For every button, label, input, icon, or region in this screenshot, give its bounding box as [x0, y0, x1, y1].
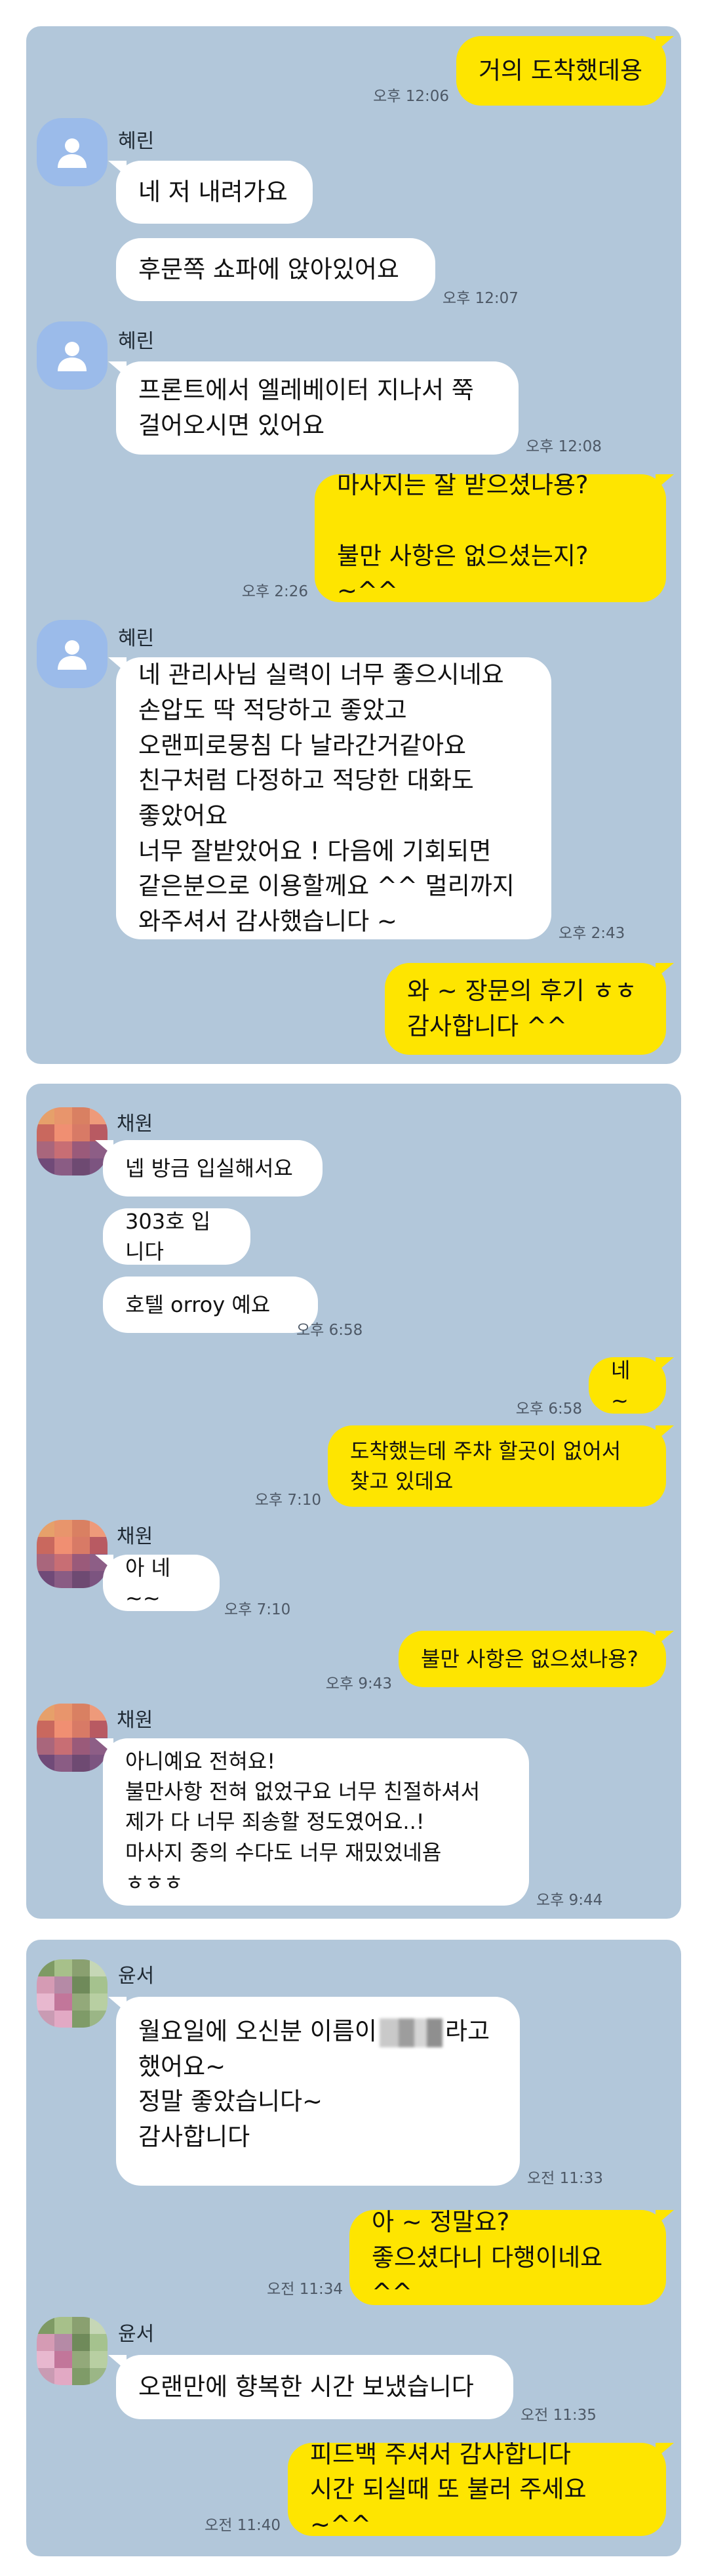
message-time: 오전 11:33	[527, 2170, 603, 2187]
message-text: 월요일에 오신분 이름이 라고 했어요~ 정말 좋았습니다~ 감사합니다	[138, 2014, 490, 2155]
message-bubble[interactable]: 호텔 orroy 예요	[103, 1277, 318, 1333]
avatar[interactable]	[37, 1520, 108, 1588]
blurred-name-redaction	[379, 2018, 442, 2047]
message-time: 오후 2:26	[241, 583, 308, 600]
message-bubble[interactable]: 와 ~ 장문의 후기 ㅎㅎ 감사합니다 ^^	[385, 963, 674, 1055]
blurred-profile-photo	[37, 1959, 108, 2028]
contact-name: 윤서	[118, 2323, 155, 2346]
message-bubble[interactable]: 아니예요 전혀요! 불만사항 전혀 없었구요 너무 친절하셔서 제가 다 너무 …	[95, 1738, 529, 1906]
message-time: 오전 11:34	[267, 2281, 343, 2298]
avatar[interactable]	[37, 620, 108, 688]
default-profile-icon	[58, 138, 87, 168]
message-text-part: 월요일에 오신분 이름이	[138, 2017, 377, 2045]
contact-name: 채원	[117, 1113, 153, 1135]
message-time: 오후 12:08	[526, 438, 602, 455]
chat-panel-3: 윤서 월요일에 오신분 이름이 라고 했어요~ 정말 좋았습니다~ 감사합니다 오…	[26, 1940, 681, 2556]
blurred-profile-photo	[37, 1704, 108, 1772]
contact-name: 혜린	[118, 130, 155, 153]
message-time: 오후 12:07	[442, 290, 519, 307]
message-time: 오후 6:58	[515, 1400, 582, 1418]
message-bubble[interactable]: 불만 사항은 없으셨나용?	[399, 1631, 674, 1687]
avatar[interactable]	[37, 321, 108, 390]
message-bubble[interactable]: 도착했는데 주차 할곳이 없어서 찾고 있데요	[328, 1425, 674, 1507]
message-bubble[interactable]: 네 관리사님 실력이 너무 좋으시네요 손압도 딱 적당하고 좋았고 오랜피로뭉…	[108, 657, 551, 939]
message-time: 오후 2:43	[559, 925, 625, 942]
message-time: 오후 12:06	[373, 88, 449, 105]
message-bubble[interactable]: 네 저 내려가요	[108, 161, 313, 224]
blurred-profile-photo	[37, 2317, 108, 2385]
contact-name: 혜린	[118, 627, 155, 650]
avatar[interactable]	[37, 1959, 108, 2028]
avatar[interactable]	[37, 1704, 108, 1772]
message-time: 오후 9:43	[325, 1675, 392, 1692]
message-bubble[interactable]: 월요일에 오신분 이름이 라고 했어요~ 정말 좋았습니다~ 감사합니다	[108, 1997, 520, 2186]
message-time: 오전 11:35	[521, 2407, 597, 2424]
contact-name: 채원	[117, 1525, 153, 1548]
message-time: 오전 11:40	[205, 2517, 281, 2534]
default-profile-icon	[58, 342, 87, 371]
blurred-profile-photo	[37, 1520, 108, 1588]
contact-name: 혜린	[118, 330, 155, 353]
chat-panel-1: 거의 도착했데용 오후 12:06 혜린 네 저 내려가요 후문쪽 쇼파에 앉아…	[26, 26, 681, 1064]
message-bubble[interactable]: 303호 입니다	[103, 1208, 250, 1265]
message-time: 오후 6:58	[296, 1322, 363, 1339]
chat-panel-2: 채원 넵 방금 입실해서요 303호 입니다 호텔 orroy 예요 오후 6:…	[26, 1084, 681, 1919]
message-bubble[interactable]: 아 네~~	[95, 1555, 220, 1611]
message-bubble[interactable]: 넵 방금 입실해서요	[95, 1140, 323, 1196]
message-bubble[interactable]: 네 ~	[589, 1357, 674, 1414]
message-bubble[interactable]: 후문쪽 쇼파에 앉아있어요	[116, 238, 435, 301]
contact-name: 윤서	[118, 1965, 155, 1988]
message-bubble[interactable]: 마사지는 잘 받으셨나용? 불만 사항은 없으셨는지? ~^^	[315, 471, 674, 605]
message-time: 오후 7:10	[224, 1601, 291, 1618]
default-profile-icon	[58, 640, 87, 670]
message-time: 오후 7:10	[254, 1492, 321, 1509]
message-bubble[interactable]: 오랜만에 향복한 시간 보냈습니다	[108, 2355, 513, 2419]
message-bubble[interactable]: 거의 도착했데용	[456, 36, 674, 106]
message-bubble[interactable]: 아 ~ 정말요? 좋으셨다니 다행이네요 ^^	[349, 2208, 674, 2306]
message-bubble[interactable]: 피드백 주셔서 감사합니다 시간 되실때 또 불러 주세요 ~^^	[288, 2440, 674, 2539]
avatar[interactable]	[37, 118, 108, 186]
message-time: 오후 9:44	[536, 1892, 603, 1909]
contact-name: 채원	[117, 1709, 153, 1732]
message-bubble[interactable]: 프론트에서 엘레베이터 지나서 쭉 걸어오시면 있어요	[108, 361, 519, 455]
avatar[interactable]	[37, 2317, 108, 2385]
